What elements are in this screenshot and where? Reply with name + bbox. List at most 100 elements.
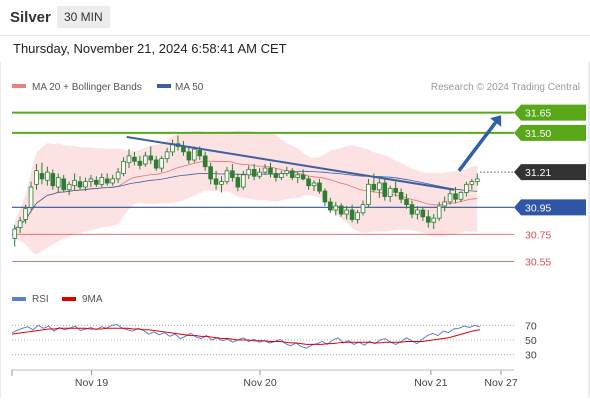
rsi-tick-70: 70 (525, 320, 537, 332)
candle-body (148, 155, 154, 161)
x-label: Nov 20 (243, 377, 276, 389)
candle-body (50, 173, 56, 187)
candle-body (159, 158, 164, 169)
candle-body (66, 183, 72, 191)
candle-body (164, 151, 170, 160)
level-label-31.65: 31.65 (525, 108, 551, 120)
candle-body (453, 193, 458, 200)
candle-body (284, 170, 290, 174)
candle-body (338, 205, 344, 215)
legend-swatch-9ma (62, 297, 76, 301)
candle-body (99, 177, 105, 185)
projection-arrow-shaft (457, 121, 498, 172)
candle-body (83, 181, 88, 188)
x-label: Nov 19 (75, 377, 108, 389)
candle-body (191, 148, 197, 161)
candle-body (77, 181, 83, 188)
candle-body (55, 177, 61, 188)
candle-body (72, 179, 77, 187)
candle-body (409, 204, 415, 215)
candle-body (202, 155, 208, 168)
candle-body (366, 183, 371, 206)
candle-body (322, 190, 328, 203)
level-label-30.75: 30.75 (525, 229, 551, 241)
candle-body (425, 216, 431, 223)
candle-body (115, 171, 121, 180)
legend-label-9ma: 9MA (82, 294, 103, 305)
candle-body (306, 178, 311, 187)
candle-body (442, 201, 447, 207)
legend-swatch-ma50 (157, 84, 171, 88)
level-label-30.95: 30.95 (525, 202, 551, 214)
legend-label-rsi: RSI (32, 294, 49, 305)
candle-body (393, 187, 398, 193)
candle-body (300, 174, 306, 180)
candle-body (355, 212, 360, 220)
candle-body (197, 150, 203, 157)
candle-body (17, 220, 23, 229)
candle-body (273, 173, 279, 178)
candle-body (126, 155, 132, 164)
candle-body (121, 160, 126, 174)
candle-body (469, 181, 475, 185)
candle-body (371, 183, 377, 191)
candle-body (447, 193, 453, 203)
candle-body (88, 178, 94, 183)
candle-body (132, 156, 137, 162)
legend-swatch-rsi (12, 297, 26, 301)
candle-body (360, 204, 366, 214)
candle-body (431, 217, 437, 223)
candle-body (349, 209, 355, 220)
legend-label-ma20: MA 20 + Bollinger Bands (32, 82, 142, 93)
rsi-tick-30: 30 (525, 350, 537, 362)
candle-body (235, 177, 241, 188)
level-label-31.21: 31.21 (525, 167, 551, 179)
candle-body (377, 182, 382, 191)
candle-body (382, 182, 388, 197)
candle-body (61, 178, 67, 191)
candle-body (153, 159, 159, 169)
candle-body (246, 169, 252, 176)
candle-body (143, 155, 148, 165)
candle-body (387, 187, 393, 197)
candle-body (262, 167, 268, 173)
candle-body (295, 174, 301, 178)
candle-body (328, 201, 333, 211)
candle-body (28, 186, 34, 208)
candle-body (317, 182, 322, 192)
level-label-30.55: 30.55 (525, 256, 551, 268)
candle-body (219, 181, 224, 185)
candle-body (110, 178, 115, 184)
candle-body (208, 166, 213, 180)
candle-body (311, 182, 317, 187)
candle-body (39, 173, 45, 180)
price-chart: MA 20 + Bollinger Bands MA 50 Research © 2… (0, 62, 590, 398)
candle-body (45, 171, 50, 181)
candle-body (398, 192, 404, 200)
candle-body (289, 170, 295, 178)
candle-body (34, 170, 39, 185)
candle-body (436, 205, 442, 219)
x-label: Nov 27 (484, 377, 517, 389)
candle-body (186, 151, 192, 161)
rsi-ma-line (11, 327, 481, 345)
candle-body (251, 169, 257, 177)
candle-body (240, 174, 246, 188)
x-label: Nov 21 (414, 377, 447, 389)
candle-body (104, 178, 110, 184)
candle-body (230, 170, 235, 178)
candle-body (268, 167, 273, 174)
candle-body (415, 209, 420, 215)
bollinger-band-area (14, 130, 478, 255)
level-label-31.50: 31.50 (525, 128, 551, 140)
candle-body (137, 160, 143, 166)
candle-body (279, 173, 284, 178)
candle-body (474, 178, 480, 183)
candle-body (23, 208, 28, 220)
legend-swatch-ma20 (12, 84, 26, 88)
candle-body (224, 170, 230, 183)
candle-body (404, 198, 409, 206)
candle-body (420, 209, 426, 218)
candle-body (213, 178, 219, 185)
candle-body (333, 205, 339, 211)
